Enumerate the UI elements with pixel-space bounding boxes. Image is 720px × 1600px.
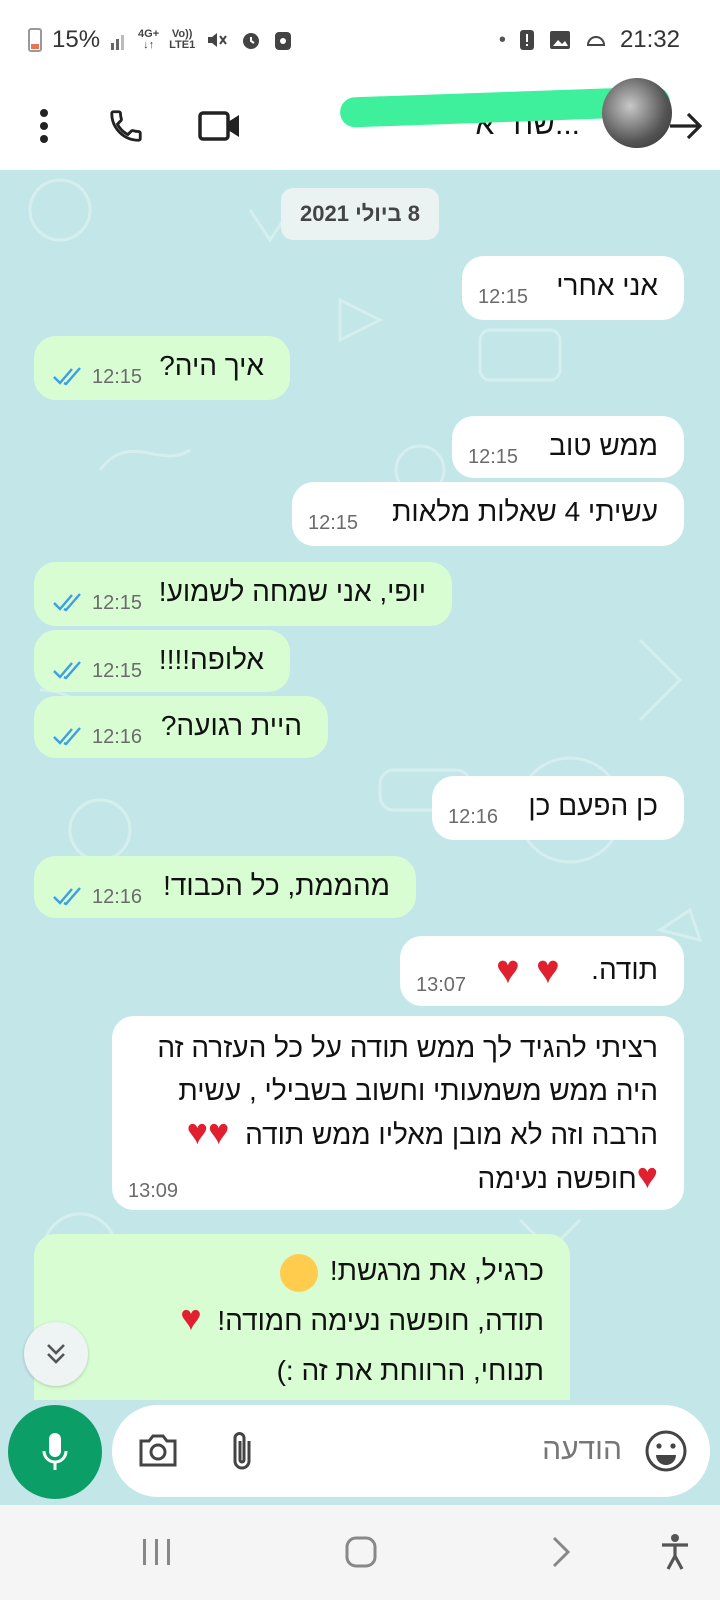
- accessibility-icon[interactable]: [650, 1527, 700, 1577]
- message-line-with-emoji: כרגיל, את מרגשת!: [60, 1246, 544, 1296]
- message-text: רציתי להגיד לך ממש תודה על כל העזרה זה ה…: [138, 1026, 658, 1200]
- heart-emoji-icon: ♥: [180, 1297, 202, 1338]
- message-bubble-incoming[interactable]: אני אחרי 12:15: [462, 256, 684, 320]
- gallery-icon: [549, 31, 570, 49]
- microphone-icon: [42, 1433, 68, 1470]
- data-arrows-icon: ↓↑: [143, 39, 155, 51]
- contact-avatar[interactable]: [602, 78, 672, 148]
- read-receipt-icon: [53, 661, 81, 680]
- status-bar: 15% 4G+ ↓↑ Vo)) LTE1 • 21:32: [0, 0, 720, 80]
- message-input[interactable]: הודעה: [112, 1405, 710, 1497]
- message-bubble-incoming[interactable]: ממש טוב 12:15: [452, 416, 684, 478]
- message-line-with-heart: ♥חופשה נעימה: [477, 1155, 658, 1196]
- double-chevron-down-icon: [47, 1344, 65, 1364]
- message-bubble-outgoing[interactable]: אלופה!!!! 12:15: [34, 630, 290, 692]
- cloud-icon: [586, 36, 605, 46]
- attachment-icon[interactable]: [218, 1427, 266, 1475]
- read-receipt-icon: [53, 887, 81, 906]
- date-separator: 8 ביולי 2021: [281, 188, 439, 240]
- lock-app-icon: [275, 32, 292, 50]
- heart-emoji-icon: ♥: [208, 1111, 230, 1152]
- heart-emoji-icon: ♥: [496, 948, 520, 992]
- message-bubble-outgoing[interactable]: כרגיל, את מרגשת! תודה, חופשה נעימה חמודה…: [34, 1234, 570, 1400]
- mute-icon: [208, 33, 228, 47]
- message-bubble-incoming[interactable]: רציתי להגיד לך ממש תודה על כל העזרה זה ה…: [112, 1016, 684, 1210]
- message-line-with-hearts: הרבה וזה לא מובן מאליו ממש תודה ♥♥: [186, 1111, 658, 1152]
- status-right: • 21:32: [499, 24, 680, 56]
- battery-percent: 15%: [52, 26, 101, 53]
- alert-icon: [519, 30, 534, 50]
- status-left: 15% 4G+ ↓↑ Vo)) LTE1: [28, 24, 293, 56]
- message-line-with-heart: תודה, חופשה נעימה חמודה! ♥: [180, 1297, 544, 1338]
- chat-area[interactable]: 8 ביולי 2021 אני אחרי 12:15 איך היה? 12:…: [0, 170, 720, 1400]
- scroll-to-bottom-button[interactable]: [24, 1322, 88, 1386]
- signal-icon: [111, 35, 125, 50]
- voice-call-icon[interactable]: [98, 98, 154, 154]
- video-call-icon[interactable]: [192, 98, 248, 154]
- back-icon[interactable]: [536, 1527, 586, 1577]
- message-bubble-incoming[interactable]: כן הפעם כן 12:16: [432, 776, 684, 840]
- read-receipt-icon: [53, 367, 81, 386]
- message-bubble-incoming[interactable]: תודה. ♥ ♥ 13:07: [400, 936, 684, 1006]
- volte-indicator: Vo)) LTE1: [169, 28, 196, 51]
- message-bubble-incoming[interactable]: עשיתי 4 שאלות מלאות 12:15: [292, 482, 684, 546]
- message-bubble-outgoing[interactable]: מהממת, כל הכבוד! 12:16: [34, 856, 416, 918]
- heart-emoji-icon: ♥: [536, 948, 560, 992]
- clock: 21:32: [619, 26, 680, 53]
- read-receipt-icon: [53, 727, 81, 746]
- network-indicator: 4G+ ↓↑: [138, 28, 160, 51]
- composer-bar: הודעה: [0, 1400, 720, 1505]
- emoji-icon[interactable]: [642, 1427, 690, 1475]
- dot-icon: •: [498, 28, 506, 51]
- voice-record-button[interactable]: [8, 1405, 102, 1499]
- message-bubble-outgoing[interactable]: יופי, אני שמחה לשמוע! 12:15: [34, 562, 452, 626]
- heart-emoji-icon: ♥: [186, 1111, 209, 1152]
- home-icon[interactable]: [336, 1527, 386, 1577]
- read-receipt-icon: [53, 593, 81, 612]
- battery-icon: [28, 28, 42, 52]
- message-placeholder: הודעה: [542, 1433, 622, 1466]
- alarm-icon: [243, 33, 260, 49]
- message-text: כרגיל, את מרגשת! תודה, חופשה נעימה חמודה…: [60, 1246, 544, 1396]
- message-bubble-outgoing[interactable]: איך היה? 12:15: [34, 336, 290, 400]
- camera-icon[interactable]: [134, 1427, 182, 1475]
- more-options-icon[interactable]: [16, 98, 72, 154]
- heart-emoji-icon: ♥: [636, 1155, 658, 1196]
- recent-apps-icon[interactable]: [132, 1527, 182, 1577]
- smiling-face-hearts-emoji-icon: [280, 1253, 319, 1292]
- message-bubble-outgoing[interactable]: היית רגועה? 12:16: [34, 696, 328, 758]
- system-navigation-bar: [0, 1505, 720, 1600]
